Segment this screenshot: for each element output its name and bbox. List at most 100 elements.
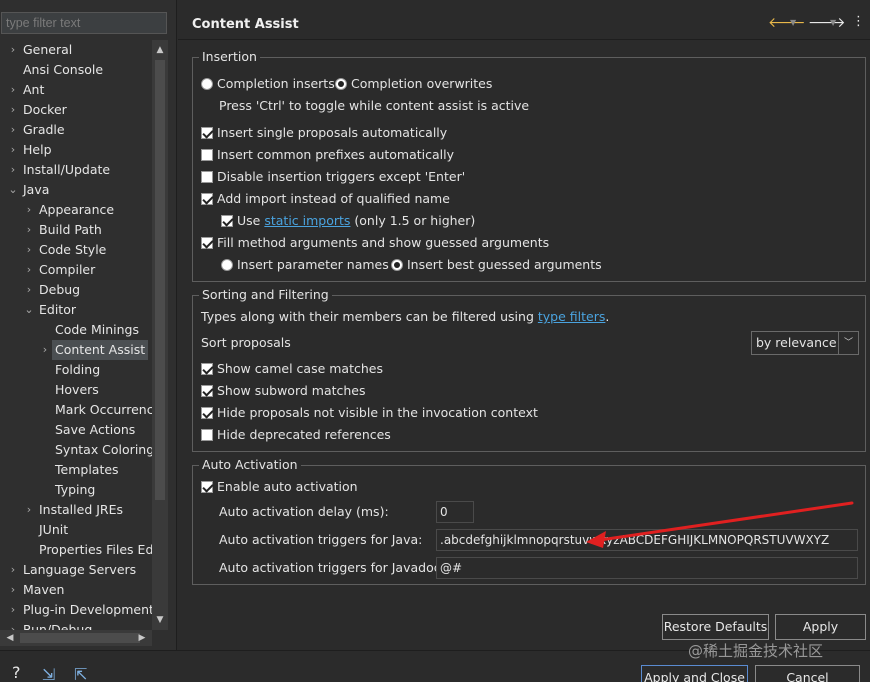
radio-selected-icon[interactable]	[335, 78, 347, 90]
tree-item[interactable]: JUnit	[0, 520, 152, 540]
subword-checkbox[interactable]: Show subword matches	[201, 381, 366, 401]
scroll-thumb[interactable]	[155, 60, 165, 500]
checkbox-checked-icon[interactable]	[201, 481, 213, 493]
tree-item[interactable]: Syntax Coloring	[0, 440, 152, 460]
tree-item[interactable]: Typing	[0, 480, 152, 500]
tree-item[interactable]: › Plug-in Development	[0, 600, 152, 620]
static-imports-link[interactable]: static imports	[264, 213, 350, 228]
tree-horizontal-scrollbar[interactable]: ◀ ▶	[0, 630, 152, 646]
tree-item[interactable]: Templates	[0, 460, 152, 480]
hide-invisible-checkbox[interactable]: Hide proposals not visible in the invoca…	[201, 403, 538, 423]
tree-item[interactable]: › Gradle	[0, 120, 152, 140]
restore-defaults-button[interactable]: Restore Defaults	[662, 614, 769, 640]
checkbox-icon[interactable]	[201, 429, 213, 441]
camel-case-checkbox[interactable]: Show camel case matches	[201, 359, 383, 379]
tree-item[interactable]: › Build Path	[0, 220, 152, 240]
checkbox-checked-icon[interactable]	[201, 193, 213, 205]
back-dropdown-icon[interactable]: ▼	[790, 18, 796, 27]
scroll-left-icon[interactable]: ◀	[2, 630, 18, 646]
add-import-checkbox[interactable]: Add import instead of qualified name	[201, 189, 450, 209]
chevron-right-icon[interactable]: ›	[24, 240, 34, 260]
completion-inserts-radio[interactable]: Completion inserts	[201, 74, 335, 94]
javadoc-triggers-input[interactable]: @#	[436, 557, 858, 579]
chevron-right-icon[interactable]: ›	[8, 600, 18, 620]
chevron-right-icon[interactable]: ›	[8, 100, 18, 120]
export-icon[interactable]: ⇱	[74, 665, 87, 682]
apply-and-close-button[interactable]: Apply and Close	[641, 665, 748, 682]
view-menu-icon[interactable]: ⋮	[852, 14, 865, 29]
chevron-right-icon[interactable]: ›	[8, 580, 18, 600]
chevron-right-icon[interactable]: ›	[24, 260, 34, 280]
scroll-right-icon[interactable]: ▶	[134, 630, 150, 646]
tree-item[interactable]: Save Actions	[0, 420, 152, 440]
checkbox-checked-icon[interactable]	[201, 385, 213, 397]
tree-item[interactable]: Folding	[0, 360, 152, 380]
tree-item[interactable]: › Maven	[0, 580, 152, 600]
radio-selected-icon[interactable]	[391, 259, 403, 271]
cancel-button[interactable]: Cancel	[755, 665, 860, 682]
disable-triggers-checkbox[interactable]: Disable insertion triggers except 'Enter…	[201, 167, 465, 187]
apply-button[interactable]: Apply	[775, 614, 866, 640]
tree-item[interactable]: Code Minings	[0, 320, 152, 340]
tree-item[interactable]: › Appearance	[0, 200, 152, 220]
tree-vertical-scrollbar[interactable]: ▲ ▼	[152, 40, 168, 630]
import-icon[interactable]: ⇲	[42, 665, 55, 682]
tree-item[interactable]: › Help	[0, 140, 152, 160]
param-names-radio[interactable]: Insert parameter names	[221, 255, 389, 275]
tree-item[interactable]: Hovers	[0, 380, 152, 400]
tree-item[interactable]: › Docker	[0, 100, 152, 120]
tree-item[interactable]: Ansi Console	[0, 60, 152, 80]
tree-item[interactable]: › Language Servers	[0, 560, 152, 580]
best-guessed-radio[interactable]: Insert best guessed arguments	[391, 255, 602, 275]
chevron-right-icon[interactable]: ›	[8, 620, 18, 630]
checkbox-icon[interactable]	[201, 149, 213, 161]
tree-item[interactable]: › Installed JREs	[0, 500, 152, 520]
radio-icon[interactable]	[221, 259, 233, 271]
chevron-right-icon[interactable]: ›	[24, 280, 34, 300]
chevron-down-icon[interactable]: ﹀	[838, 332, 858, 354]
chevron-right-icon[interactable]: ›	[8, 560, 18, 580]
scroll-thumb-horizontal[interactable]	[20, 633, 140, 643]
tree-item[interactable]: ⌄ Editor	[0, 300, 152, 320]
chevron-right-icon[interactable]: ›	[24, 200, 34, 220]
tree-item[interactable]: › General	[0, 40, 152, 60]
tree-item[interactable]: › Install/Update	[0, 160, 152, 180]
scroll-up-icon[interactable]: ▲	[152, 42, 168, 58]
hide-deprecated-checkbox[interactable]: Hide deprecated references	[201, 425, 391, 445]
use-static-imports-checkbox[interactable]: Use static imports (only 1.5 or higher)	[221, 211, 475, 231]
filter-input[interactable]	[1, 12, 167, 34]
fill-arguments-checkbox[interactable]: Fill method arguments and show guessed a…	[201, 233, 549, 253]
checkbox-icon[interactable]	[201, 171, 213, 183]
chevron-right-icon[interactable]: ›	[24, 500, 34, 520]
single-proposals-checkbox[interactable]: Insert single proposals automatically	[201, 123, 447, 143]
chevron-right-icon[interactable]: ›	[8, 120, 18, 140]
checkbox-checked-icon[interactable]	[201, 127, 213, 139]
checkbox-checked-icon[interactable]	[201, 407, 213, 419]
radio-icon[interactable]	[201, 78, 213, 90]
delay-input[interactable]: 0	[436, 501, 474, 523]
chevron-right-icon[interactable]: ›	[24, 220, 34, 240]
scroll-down-icon[interactable]: ▼	[152, 612, 168, 628]
chevron-right-icon[interactable]: ›	[8, 160, 18, 180]
chevron-down-icon[interactable]: ⌄	[8, 180, 18, 200]
type-filters-link[interactable]: type filters	[538, 309, 606, 324]
chevron-right-icon[interactable]: ›	[8, 80, 18, 100]
tree-item[interactable]: › Debug	[0, 280, 152, 300]
chevron-down-icon[interactable]: ⌄	[24, 300, 34, 320]
forward-arrow-icon[interactable]: 🡒	[808, 14, 846, 31]
chevron-right-icon[interactable]: ›	[8, 40, 18, 60]
tree-item[interactable]: Mark Occurrence	[0, 400, 152, 420]
chevron-right-icon[interactable]: ›	[8, 140, 18, 160]
forward-dropdown-icon[interactable]: ▼	[830, 18, 836, 27]
sort-proposals-select[interactable]: by relevance ﹀	[751, 331, 859, 355]
help-icon[interactable]: ?	[12, 663, 21, 682]
tree-item[interactable]: › Run/Debug	[0, 620, 152, 630]
completion-overwrites-radio[interactable]: Completion overwrites	[335, 74, 492, 94]
tree-item[interactable]: › Ant	[0, 80, 152, 100]
tree-item[interactable]: › Content Assist	[0, 340, 152, 360]
common-prefixes-checkbox[interactable]: Insert common prefixes automatically	[201, 145, 454, 165]
tree-item[interactable]: › Compiler	[0, 260, 152, 280]
chevron-right-icon[interactable]: ›	[40, 340, 50, 360]
checkbox-checked-icon[interactable]	[201, 237, 213, 249]
tree-item[interactable]: ⌄ Java	[0, 180, 152, 200]
